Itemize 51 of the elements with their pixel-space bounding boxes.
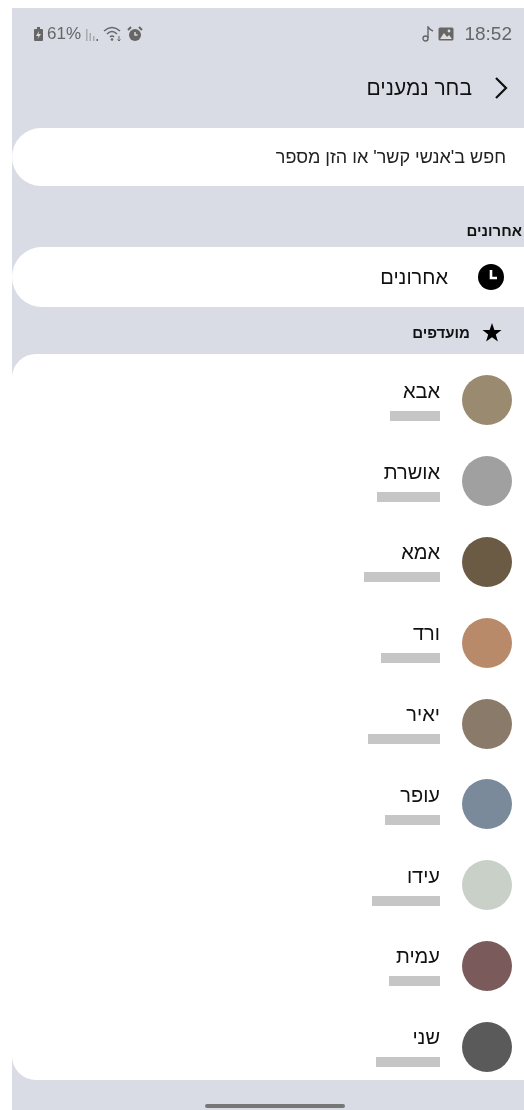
redacted-block <box>368 734 440 745</box>
contact-row[interactable]: שני <box>12 1006 524 1080</box>
contact-row[interactable]: ורד <box>12 602 524 684</box>
redacted-block <box>390 410 440 421</box>
back-chevron-icon[interactable] <box>494 76 508 100</box>
contact-name: שני <box>412 1026 440 1050</box>
page-title: בחר נמענים <box>366 76 472 100</box>
avatar-placeholder <box>462 779 512 830</box>
contact-row[interactable]: אושרת <box>12 440 524 522</box>
avatar-placeholder <box>462 1021 512 1072</box>
redacted-block <box>389 976 440 987</box>
contact-name: אמא <box>401 541 440 565</box>
contact-name: עמית <box>396 945 440 969</box>
avatar-placeholder <box>462 537 512 587</box>
avatar-placeholder <box>462 456 512 507</box>
clock-icon <box>478 264 504 290</box>
redacted-block <box>376 1057 440 1068</box>
battery-icon <box>34 27 43 41</box>
avatar-placeholder <box>462 375 512 426</box>
contact-row[interactable]: עופר <box>12 764 524 845</box>
recents-button[interactable]: אחרונים <box>12 247 524 307</box>
redacted-block <box>381 653 440 664</box>
section-heading: מועדפים <box>412 324 470 341</box>
alarm-icon <box>127 26 144 42</box>
search-field[interactable]: חפש ב'אנשי קשר' או הזן מספר <box>12 128 524 186</box>
contact-row[interactable]: עידו <box>12 844 524 926</box>
music-note-icon <box>422 26 435 42</box>
contact-name: עופר <box>400 783 440 807</box>
star-icon <box>482 323 502 342</box>
avatar-placeholder <box>462 860 512 911</box>
contact-name: ורד <box>413 622 440 646</box>
contact-name: עידו <box>406 864 440 888</box>
contact-name: אבא <box>402 379 440 403</box>
contact-row[interactable]: אמא <box>12 521 524 603</box>
battery-percentage: 61% <box>47 24 82 44</box>
contact-name: אושרת <box>383 460 440 484</box>
avatar-placeholder <box>462 617 512 668</box>
redacted-block <box>377 491 440 502</box>
avatar-placeholder <box>462 940 512 991</box>
clock-time: 18:52 <box>464 23 512 45</box>
contact-row[interactable]: יאיר <box>12 683 524 764</box>
contact-name: יאיר <box>406 703 440 727</box>
wifi-icon <box>103 26 124 42</box>
redacted-block <box>372 895 440 906</box>
avatar-placeholder <box>462 698 512 749</box>
section-heading: אחרונים <box>466 221 523 239</box>
redacted-block <box>385 814 440 825</box>
contact-row[interactable]: אבא <box>12 360 524 441</box>
image-icon <box>438 27 455 41</box>
signal-icon <box>85 27 100 41</box>
contact-row[interactable]: עמית <box>12 925 524 1007</box>
